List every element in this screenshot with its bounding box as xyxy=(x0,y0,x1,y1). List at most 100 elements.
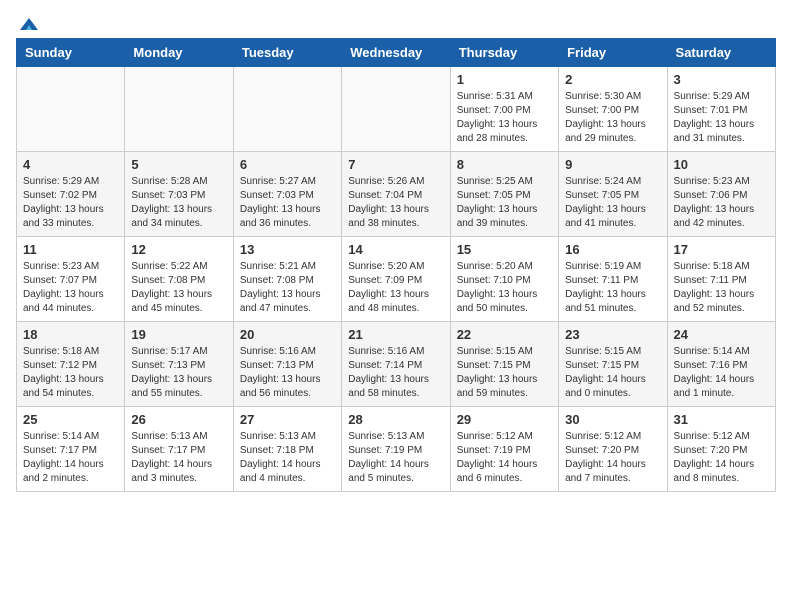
day-number: 2 xyxy=(565,72,660,87)
day-info-line: Daylight: 13 hours xyxy=(674,119,755,130)
day-info: Sunrise: 5:20 AM Sunset: 7:10 PM Daylight:… xyxy=(457,260,552,316)
day-info-line: and 42 minutes. xyxy=(674,218,745,229)
day-info-line: Sunset: 7:06 PM xyxy=(674,190,748,201)
calendar-cell: 24Sunrise: 5:14 AMSunset: 7:16 PMDayligh… xyxy=(667,322,775,407)
day-info-line: Daylight: 13 hours xyxy=(348,289,429,300)
day-info: Sunrise: 5:14 AMSunset: 7:17 PMDaylight:… xyxy=(23,430,118,486)
day-info: Sunrise: 5:23 AMSunset: 7:06 PMDaylight:… xyxy=(674,175,769,231)
day-info-line: and 55 minutes. xyxy=(131,388,202,399)
day-info-line: Sunrise: 5:30 AM xyxy=(565,91,641,102)
day-info-line: Daylight: 13 hours xyxy=(565,119,646,130)
day-info-line: Sunset: 7:17 PM xyxy=(131,445,205,456)
day-number: 27 xyxy=(240,412,335,427)
day-info-line: Daylight: 14 hours xyxy=(674,374,755,385)
day-number: 17 xyxy=(674,242,769,257)
day-info-line: Daylight: 14 hours xyxy=(131,459,212,470)
day-info-line: Sunset: 7:04 PM xyxy=(348,190,422,201)
calendar-cell: 28Sunrise: 5:13 AMSunset: 7:19 PMDayligh… xyxy=(342,407,450,492)
calendar-table: SundayMondayTuesdayWednesdayThursdayFrid… xyxy=(16,38,776,492)
day-info-line: Sunrise: 5:13 AM xyxy=(348,431,424,442)
weekday-header-thursday: Thursday xyxy=(450,39,558,67)
day-info-line: and 4 minutes. xyxy=(240,473,306,484)
day-number: 15 xyxy=(457,242,552,257)
day-info-line: Sunrise: 5:29 AM xyxy=(674,91,750,102)
day-info-line: Daylight: 13 hours xyxy=(348,374,429,385)
calendar-cell: 4Sunrise: 5:29 AMSunset: 7:02 PMDaylight… xyxy=(17,152,125,237)
calendar-week-5: 25Sunrise: 5:14 AMSunset: 7:17 PMDayligh… xyxy=(17,407,776,492)
day-info-line: Sunset: 7:15 PM xyxy=(457,360,531,371)
day-info: Sunrise: 5:31 AMSunset: 7:00 PMDaylight:… xyxy=(457,90,552,146)
day-info-line: and 45 minutes. xyxy=(131,303,202,314)
day-info-line: and 8 minutes. xyxy=(674,473,740,484)
day-info-line: Sunrise: 5:23 AM xyxy=(674,176,750,187)
calendar-cell: 17Sunrise: 5:18 AMSunset: 7:11 PMDayligh… xyxy=(667,237,775,322)
day-info-line: and 41 minutes. xyxy=(565,218,636,229)
day-info-line: and 2 minutes. xyxy=(23,473,89,484)
day-info-line: Sunrise: 5:18 AM xyxy=(674,261,750,272)
day-info-line: Sunset: 7:05 PM xyxy=(565,190,639,201)
day-info-line: Daylight: 13 hours xyxy=(457,374,538,385)
day-info: Sunrise: 5:15 AMSunset: 7:15 PMDaylight:… xyxy=(457,345,552,401)
day-info: Sunrise: 5:25 AMSunset: 7:05 PMDaylight:… xyxy=(457,175,552,231)
day-info-line: Sunset: 7:14 PM xyxy=(348,360,422,371)
day-info-line: Sunset: 7:00 PM xyxy=(457,105,531,116)
day-info-line: Sunset: 7:20 PM xyxy=(565,445,639,456)
day-info: Sunrise: 5:13 AMSunset: 7:19 PMDaylight:… xyxy=(348,430,443,486)
day-info-line: Daylight: 13 hours xyxy=(240,289,321,300)
day-number: 5 xyxy=(131,157,226,172)
day-number: 12 xyxy=(131,242,226,257)
day-info: Sunrise: 5:26 AMSunset: 7:04 PMDaylight:… xyxy=(348,175,443,231)
logo-icon xyxy=(18,16,40,34)
day-info-line: Sunset: 7:11 PM xyxy=(565,275,638,286)
day-number: 7 xyxy=(348,157,443,172)
day-number: 4 xyxy=(23,157,118,172)
day-info-line: Daylight: 14 hours xyxy=(348,459,429,470)
day-number: 18 xyxy=(23,327,118,342)
logo xyxy=(16,16,40,30)
day-info: Sunrise: 5:21 AMSunset: 7:08 PMDaylight:… xyxy=(240,260,335,316)
day-info-line: Sunrise: 5:20 AM xyxy=(457,261,533,272)
day-info: Sunrise: 5:20 AMSunset: 7:09 PMDaylight:… xyxy=(348,260,443,316)
day-info-line: Daylight: 13 hours xyxy=(240,374,321,385)
day-info-line: Daylight: 13 hours xyxy=(457,204,538,215)
day-info-line: Sunset: 7:01 PM xyxy=(674,105,748,116)
day-info-line: and 28 minutes. xyxy=(457,133,528,144)
day-info-line: Sunset: 7:03 PM xyxy=(131,190,205,201)
calendar-cell: 26Sunrise: 5:13 AMSunset: 7:17 PMDayligh… xyxy=(125,407,233,492)
day-info-line: Daylight: 13 hours xyxy=(348,204,429,215)
day-info-line: and 38 minutes. xyxy=(348,218,419,229)
day-info-line: and 31 minutes. xyxy=(674,133,745,144)
calendar-cell: 15 Sunrise: 5:20 AM Sunset: 7:10 PM Dayligh… xyxy=(450,237,558,322)
day-info: Sunrise: 5:27 AMSunset: 7:03 PMDaylight:… xyxy=(240,175,335,231)
day-info-line: Sunrise: 5:31 AM xyxy=(457,91,533,102)
day-info-line: Sunset: 7:11 PM xyxy=(674,275,747,286)
day-number: 22 xyxy=(457,327,552,342)
day-info-line: Sunrise: 5:14 AM xyxy=(23,431,99,442)
day-info-line: Sunrise: 5:19 AM xyxy=(565,261,641,272)
day-info-line: and 7 minutes. xyxy=(565,473,631,484)
day-info: Sunrise: 5:28 AMSunset: 7:03 PMDaylight:… xyxy=(131,175,226,231)
day-info-line: Sunset: 7:10 PM xyxy=(457,275,531,286)
weekday-header-wednesday: Wednesday xyxy=(342,39,450,67)
day-info-line: Daylight: 13 hours xyxy=(565,204,646,215)
day-info-line: Daylight: 13 hours xyxy=(457,289,538,300)
day-info-line: and 33 minutes. xyxy=(23,218,94,229)
day-info: Sunrise: 5:30 AMSunset: 7:00 PMDaylight:… xyxy=(565,90,660,146)
day-info-line: Daylight: 14 hours xyxy=(565,459,646,470)
calendar-cell xyxy=(17,67,125,152)
calendar-cell xyxy=(233,67,341,152)
weekday-header-saturday: Saturday xyxy=(667,39,775,67)
day-info: Sunrise: 5:12 AMSunset: 7:19 PMDaylight:… xyxy=(457,430,552,486)
day-number: 21 xyxy=(348,327,443,342)
day-info: Sunrise: 5:15 AMSunset: 7:15 PMDaylight:… xyxy=(565,345,660,401)
day-info-line: Sunrise: 5:12 AM xyxy=(674,431,750,442)
day-number: 6 xyxy=(240,157,335,172)
day-number: 29 xyxy=(457,412,552,427)
day-info-line: Sunrise: 5:27 AM xyxy=(240,176,316,187)
calendar-cell: 19Sunrise: 5:17 AMSunset: 7:13 PMDayligh… xyxy=(125,322,233,407)
day-info-line: and 3 minutes. xyxy=(131,473,197,484)
calendar-cell: 20Sunrise: 5:16 AMSunset: 7:13 PMDayligh… xyxy=(233,322,341,407)
day-info: Sunrise: 5:18 AMSunset: 7:12 PMDaylight:… xyxy=(23,345,118,401)
day-number: 20 xyxy=(240,327,335,342)
day-info-line: and 50 minutes. xyxy=(457,303,528,314)
